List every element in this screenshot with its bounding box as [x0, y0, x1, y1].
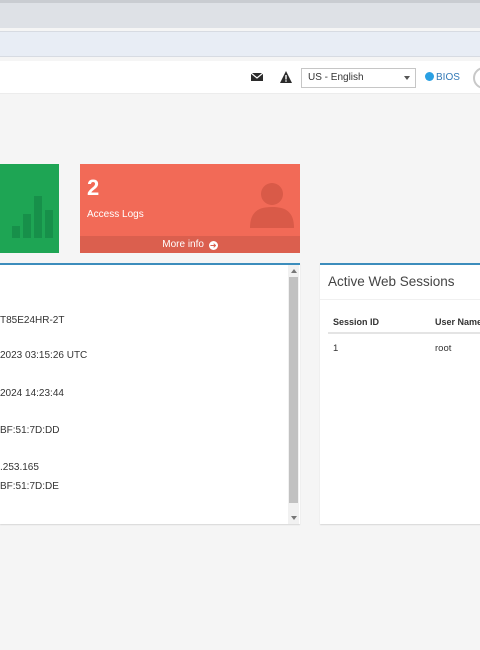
bar-chart-icon [12, 196, 53, 238]
info-value-mac-address-2: BF:51:7D:DE [0, 481, 59, 492]
system-info-panel: T85E24HR-2T 2023 03:15:26 UTC 2024 14:23… [0, 263, 300, 524]
browser-address-bar[interactable] [0, 31, 480, 57]
envelope-icon[interactable] [250, 70, 264, 84]
chevron-down-icon [404, 76, 410, 80]
browser-tab-edge [0, 0, 480, 3]
active-sessions-panel: Active Web Sessions Session ID User Name… [320, 263, 480, 524]
column-header-session-id[interactable]: Session ID [333, 317, 379, 327]
scrollbar-thumb[interactable] [289, 277, 298, 503]
access-logs-count: 2 [87, 175, 100, 200]
warning-icon[interactable] [279, 70, 293, 84]
sessions-title: Active Web Sessions [328, 274, 455, 289]
info-value-serial: T85E24HR-2T [0, 315, 65, 326]
access-logs-label: Access Logs [87, 209, 144, 220]
status-tile-green [0, 164, 59, 253]
user-silhouette-icon [250, 183, 294, 228]
more-info-label: More info [162, 239, 204, 250]
scroll-down-arrow-icon[interactable] [291, 516, 297, 520]
browser-tab-strip [0, 0, 480, 28]
user-name-cell: root [435, 343, 452, 354]
more-info-link[interactable]: More info ➜ [80, 236, 300, 253]
user-avatar[interactable] [473, 67, 480, 89]
scroll-up-arrow-icon[interactable] [291, 269, 297, 273]
table-header-border [328, 332, 480, 334]
column-header-user-name[interactable]: User Name [435, 317, 480, 327]
language-select[interactable]: US - English [301, 68, 416, 88]
arrow-circle-right-icon: ➜ [208, 241, 218, 250]
app-header: US - English BIOS [0, 61, 480, 94]
info-value-mac-address: BF:51:7D:DD [0, 425, 60, 436]
bios-link-label: BIOS [436, 72, 460, 83]
panel-scrollbar[interactable] [288, 265, 299, 524]
session-id-cell: 1 [333, 343, 339, 354]
sessions-divider [320, 299, 480, 300]
bios-link[interactable]: BIOS [425, 72, 460, 83]
access-logs-tile: 2 Access Logs More info ➜ [80, 164, 300, 253]
info-value-bios-date: 2024 14:23:44 [0, 388, 64, 399]
language-select-value: US - English [308, 72, 364, 83]
globe-icon [425, 72, 434, 81]
info-value-ip-address: .253.165 [0, 462, 39, 473]
info-value-firmware-date: 2023 03:15:26 UTC [0, 350, 88, 361]
